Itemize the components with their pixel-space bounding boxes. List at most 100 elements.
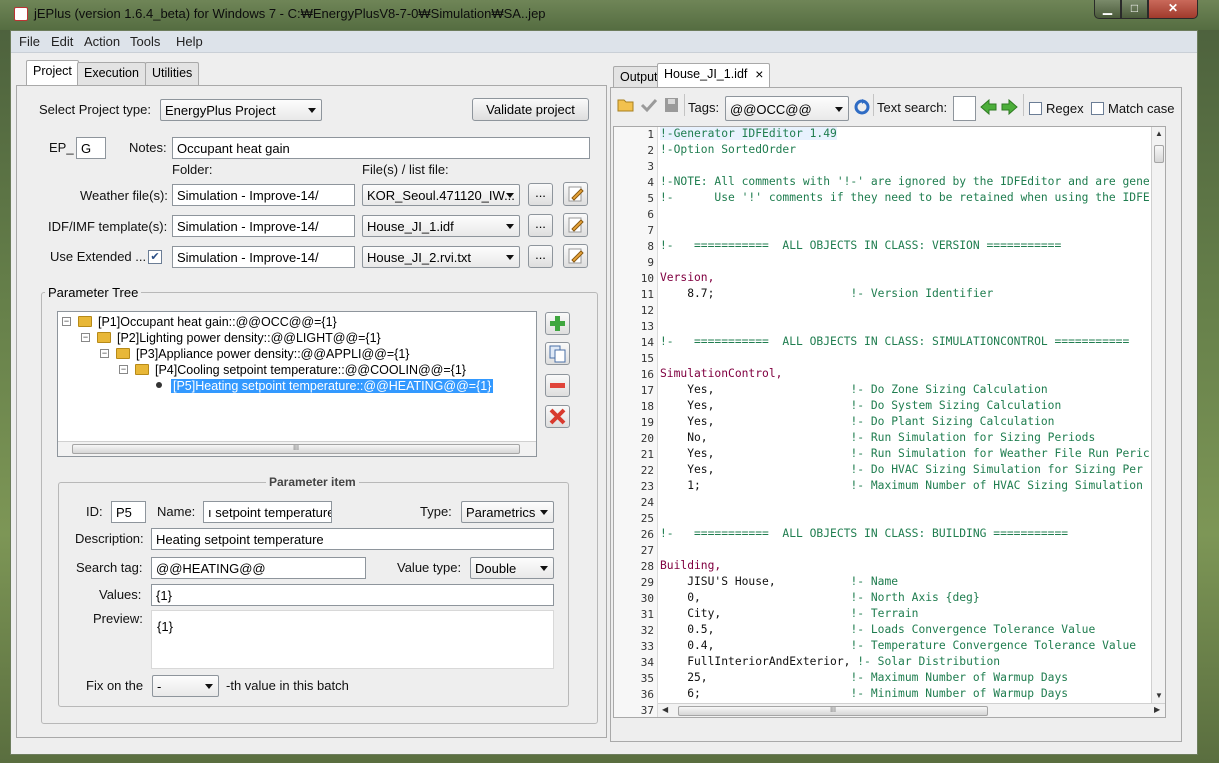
text-search-input[interactable]	[953, 96, 976, 121]
tree-node-p1[interactable]: [P1]Occupant heat gain::@@OCC@@={1}	[98, 314, 337, 330]
match-case-checkbox[interactable]	[1091, 102, 1104, 115]
idf-file-value: House_JI_1.idf	[367, 219, 454, 234]
copy-icon	[549, 345, 566, 363]
tree-horizontal-scrollbar[interactable]: III	[58, 441, 536, 456]
line-number: 26	[640, 528, 654, 541]
tree-node-p3[interactable]: [P3]Appliance power density::@@APPLI@@={…	[136, 346, 409, 362]
tree-node-p4[interactable]: [P4]Cooling setpoint temperature::@@COOL…	[155, 362, 466, 378]
notes-field[interactable]: Occupant heat gain	[172, 137, 590, 159]
tree-node-p5[interactable]: [P5]Heating setpoint temperature::@@HEAT…	[171, 378, 494, 394]
delete-all-button[interactable]	[545, 405, 570, 428]
fix-label: Fix on the	[86, 678, 144, 693]
code-line: Yes, !- Run Simulation for Weather File …	[660, 447, 1150, 460]
fix-suffix-label: -th value in this batch	[226, 678, 349, 693]
line-number: 31	[640, 608, 654, 621]
collapse-icon[interactable]: −	[62, 317, 71, 326]
window-title: jEPlus (version 1.6.4_beta) for Windows …	[34, 6, 546, 21]
menu-file[interactable]: File	[19, 34, 40, 49]
tags-select[interactable]: @@OCC@@	[725, 96, 849, 121]
line-number: 35	[640, 672, 654, 685]
line-number: 37	[640, 704, 654, 717]
line-number: 18	[640, 400, 654, 413]
type-select[interactable]: Parametrics	[461, 501, 554, 523]
extended-folder-field[interactable]: Simulation - Improve-14/	[172, 246, 355, 268]
editor-horizontal-scrollbar[interactable]: ◀ III ▶	[658, 703, 1165, 717]
id-field[interactable]: P5	[111, 501, 146, 523]
minimize-button[interactable]: ▁	[1094, 0, 1121, 19]
idf-edit-button[interactable]	[563, 213, 588, 237]
menu-edit[interactable]: Edit	[51, 34, 73, 49]
name-field[interactable]: ı setpoint temperature	[203, 501, 332, 523]
values-field[interactable]: {1}	[151, 584, 554, 606]
weather-file-select[interactable]: KOR_Seoul.471120_IW...	[362, 184, 520, 206]
editor-vertical-scrollbar[interactable]: ▲ ▼	[1151, 127, 1165, 703]
idf-text-editor[interactable]: 1 2 3 4 5 6 7 8 9 10 11 12 13 14 15 16 17 18 19 20 21 22 23 24 2…	[613, 126, 1166, 718]
validate-project-button[interactable]: Validate project	[472, 98, 589, 121]
maximize-button[interactable]: □	[1121, 0, 1148, 19]
tab-utilities[interactable]: Utilities	[145, 62, 200, 85]
extended-file-value: House_JI_2.rvi.txt	[367, 250, 472, 265]
folder-icon	[97, 332, 111, 343]
search-tag-field[interactable]: @@HEATING@@	[151, 557, 366, 579]
line-number: 4	[647, 176, 654, 189]
editor-hscroll-thumb[interactable]: III	[678, 706, 988, 716]
fix-value-select[interactable]: -	[152, 675, 219, 697]
save-icon[interactable]	[663, 97, 681, 116]
menu-action[interactable]: Action	[84, 34, 120, 49]
weather-edit-button[interactable]	[563, 182, 588, 206]
idf-browse-button[interactable]: ...	[528, 214, 553, 237]
previous-match-icon[interactable]	[980, 98, 997, 118]
tab-project[interactable]: Project	[26, 60, 79, 85]
line-number: 20	[640, 432, 654, 445]
editor-vscroll-thumb[interactable]	[1154, 145, 1164, 163]
weather-browse-button[interactable]: ...	[528, 183, 553, 206]
regex-checkbox[interactable]	[1029, 102, 1042, 115]
line-number: 1	[647, 128, 654, 141]
menu-bar: File Edit Action Tools Help	[11, 31, 1197, 53]
add-parameter-button[interactable]	[545, 312, 570, 335]
parameter-tree[interactable]: − [P1]Occupant heat gain::@@OCC@@={1} − …	[57, 311, 537, 457]
menu-tools[interactable]: Tools	[130, 34, 160, 49]
project-type-select[interactable]: EnergyPlus Project	[160, 99, 322, 121]
idf-file-select[interactable]: House_JI_1.idf	[362, 215, 520, 237]
menu-help[interactable]: Help	[176, 34, 203, 49]
idf-folder-field[interactable]: Simulation - Improve-14/	[172, 215, 355, 237]
tab-execution[interactable]: Execution	[77, 62, 146, 85]
search-tag-label: Search tag:	[76, 560, 143, 575]
close-button[interactable]: ✕	[1148, 0, 1198, 19]
code-line: Yes, !- Do HVAC Sizing Simulation for Si…	[660, 463, 1143, 476]
use-extended-checkbox[interactable]: ✔	[148, 250, 162, 264]
collapse-icon[interactable]: −	[81, 333, 90, 342]
scroll-down-arrow-icon[interactable]: ▼	[1155, 691, 1163, 700]
code-line: FullInteriorAndExterior, !- Solar Distri…	[660, 655, 1001, 668]
extended-file-select[interactable]: House_JI_2.rvi.txt	[362, 246, 520, 268]
remove-parameter-button[interactable]	[545, 374, 570, 397]
scroll-up-arrow-icon[interactable]: ▲	[1155, 129, 1163, 138]
line-number-gutter: 1 2 3 4 5 6 7 8 9 10 11 12 13 14 15 16 17 18 19 20 21 22 23 24 2…	[614, 127, 658, 717]
editor-panel: Tags: @@OCC@@ Text search: Regex Match c…	[610, 87, 1182, 742]
check-icon[interactable]	[640, 97, 658, 116]
line-number: 3	[647, 160, 654, 173]
copy-parameter-button[interactable]	[545, 342, 570, 365]
line-number: 22	[640, 464, 654, 477]
close-tab-icon[interactable]: ×	[755, 66, 763, 82]
weather-folder-field[interactable]: Simulation - Improve-14/	[172, 184, 355, 206]
tree-node-p2[interactable]: [P2]Lighting power density::@@LIGHT@@={1…	[117, 330, 381, 346]
description-field[interactable]: Heating setpoint temperature	[151, 528, 554, 550]
value-type-select[interactable]: Double	[470, 557, 554, 579]
collapse-icon[interactable]: −	[119, 365, 128, 374]
tab-idf-file[interactable]: House_JI_1.idf ×	[657, 63, 771, 89]
scroll-left-arrow-icon[interactable]: ◀	[662, 705, 668, 714]
code-line: !-Generator IDFEditor 1.49	[660, 127, 837, 140]
edit-icon	[568, 217, 584, 233]
refresh-icon[interactable]	[853, 98, 871, 119]
next-match-icon[interactable]	[1001, 98, 1018, 118]
line-number: 14	[640, 336, 654, 349]
extended-browse-button[interactable]: ...	[528, 245, 553, 268]
ep-prefix-field[interactable]: G	[76, 137, 106, 159]
extended-edit-button[interactable]	[563, 244, 588, 268]
open-folder-icon[interactable]	[617, 97, 635, 116]
tree-scroll-thumb[interactable]: III	[72, 444, 520, 454]
collapse-icon[interactable]: −	[100, 349, 109, 358]
scroll-right-arrow-icon[interactable]: ▶	[1154, 705, 1160, 714]
